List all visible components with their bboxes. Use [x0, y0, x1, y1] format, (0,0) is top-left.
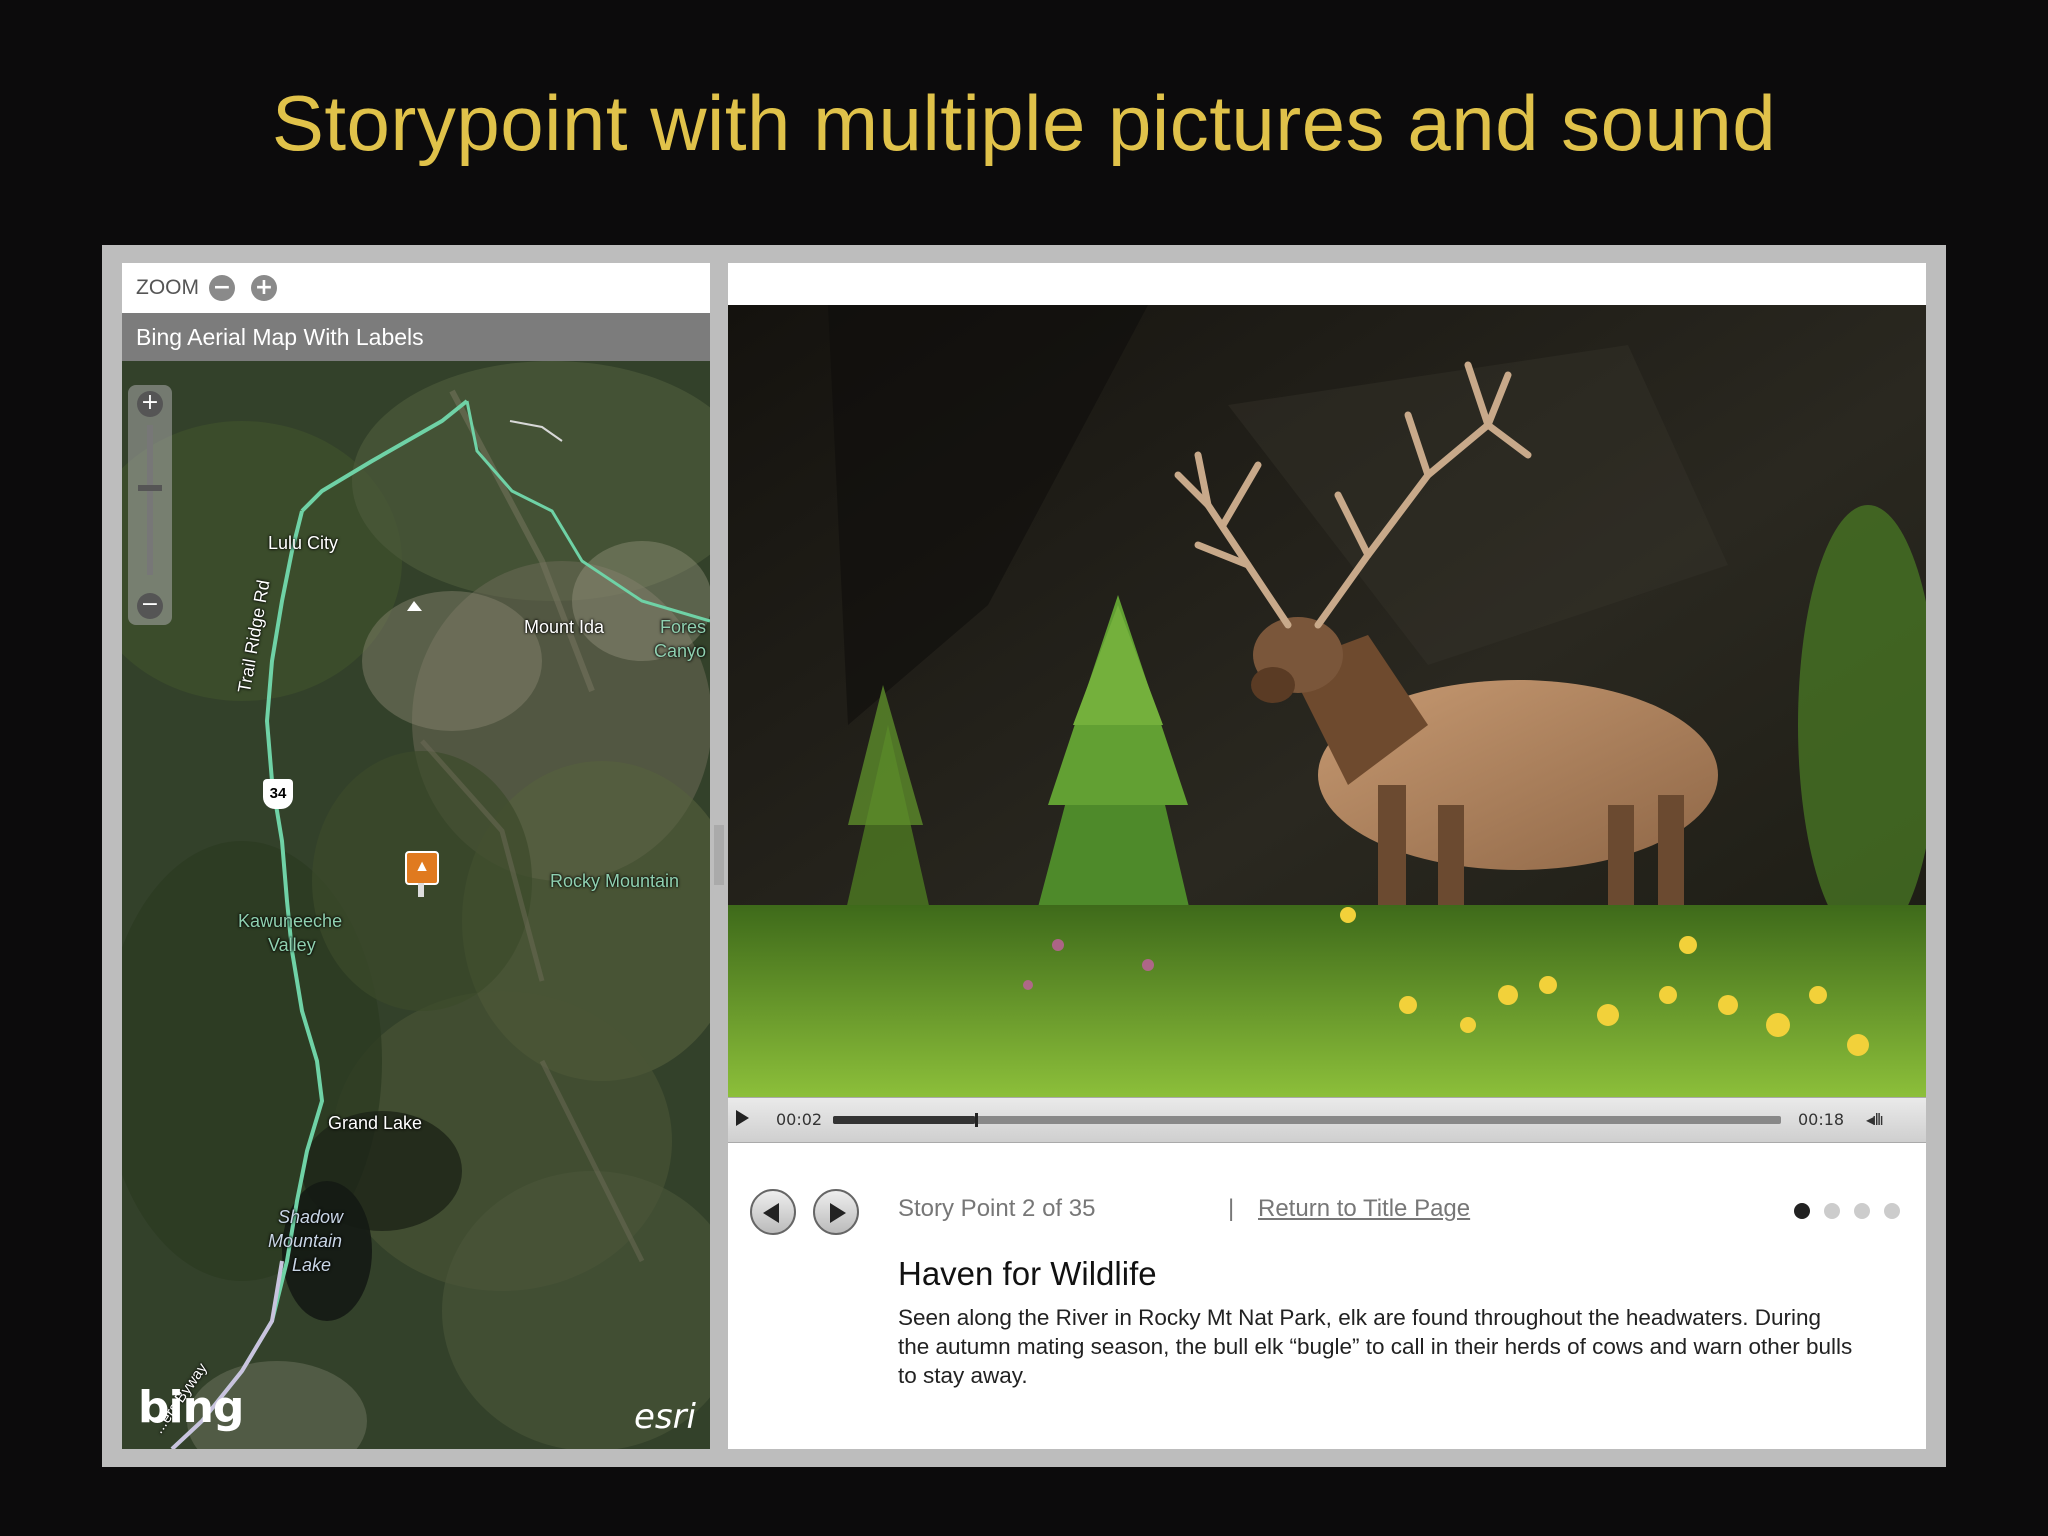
audio-progress-fill [833, 1116, 976, 1124]
map-label-lake: Lake [292, 1255, 332, 1275]
story-photo [728, 305, 1926, 1097]
panel-splitter-handle[interactable] [714, 825, 724, 885]
map-label-grand-lake: Grand Lake [328, 1113, 423, 1133]
image-dot-4[interactable] [1884, 1203, 1900, 1219]
minus-icon: − [140, 592, 160, 617]
play-icon[interactable] [736, 1110, 749, 1126]
map-label-rocky-mountain: Rocky Mountain [550, 871, 680, 891]
story-panel: 00:02 00:18 ◂ıllı Story Point 2 of 35 | … [728, 263, 1926, 1449]
image-dot-2[interactable] [1824, 1203, 1840, 1219]
plus-icon: + [140, 390, 160, 415]
map-label-lulu-city: Lulu City [268, 533, 339, 553]
image-pager [1794, 1203, 1914, 1219]
audio-current-time: 00:02 [776, 1110, 823, 1129]
story-description: Seen along the River in Rocky Mt Nat Par… [898, 1305, 1853, 1388]
zoom-toolbar: ZOOM − + [122, 263, 710, 314]
map-label-mount-ida: Mount Ida [524, 617, 605, 637]
map-label-shadow: Shadow [278, 1207, 344, 1227]
mountain-icon: ▲ [414, 858, 430, 875]
map-label-valley: Valley [268, 935, 316, 955]
zoom-out-button[interactable]: − [209, 275, 235, 301]
zoom-slider-thumb[interactable] [138, 485, 162, 491]
map-panel: ZOOM − + Bing Aerial Map With Labels + −… [122, 263, 710, 1449]
zoom-label: ZOOM [136, 276, 199, 299]
map-label-kawuneeche: Kawuneeche [238, 911, 343, 931]
audio-player: 00:02 00:18 ◂ıllı [728, 1097, 1926, 1143]
zoom-slider-track[interactable] [147, 425, 153, 575]
story-map-app: ZOOM − + Bing Aerial Map With Labels + −… [102, 245, 1946, 1467]
slide-title: Storypoint with multiple pictures and so… [271, 79, 1777, 167]
map-canvas[interactable]: + − Lulu City Trail Ridge Rd Mount Ida F… [122, 361, 710, 1449]
image-dot-1[interactable] [1794, 1203, 1810, 1219]
plus-icon: + [254, 275, 274, 300]
return-to-title-link[interactable]: Return to Title Page [1258, 1195, 1470, 1223]
esri-logo: esri [633, 1397, 696, 1437]
audio-seek-handle[interactable] [975, 1113, 979, 1127]
audio-total-time: 00:18 [1798, 1110, 1845, 1129]
marker-stem [418, 883, 424, 897]
map-zoom-slider[interactable]: + − [128, 385, 172, 625]
highway-shield: 34 [263, 779, 293, 809]
map-zoom-in-button[interactable]: + [137, 391, 163, 417]
story-point-marker[interactable]: ▲ [405, 851, 439, 885]
basemap-title: Bing Aerial Map With Labels [122, 313, 710, 361]
next-story-button[interactable] [813, 1189, 859, 1235]
audio-seek-bar[interactable] [833, 1113, 1781, 1127]
map-label-mountain: Mountain [268, 1231, 343, 1251]
minus-icon: − [212, 275, 232, 300]
elk-photo [728, 305, 1926, 1097]
volume-icon[interactable]: ◂ıllı [1866, 1110, 1884, 1129]
map-zoom-out-button[interactable]: − [137, 593, 163, 619]
map-label-forest-canyon: Fores [660, 617, 707, 637]
map-label-forest-canyon-2: Canyo [654, 641, 707, 661]
previous-story-button[interactable] [750, 1189, 796, 1235]
aerial-imagery [122, 361, 710, 1449]
separator: | [1228, 1195, 1235, 1222]
image-dot-3[interactable] [1854, 1203, 1870, 1219]
zoom-in-button[interactable]: + [251, 275, 277, 301]
story-title: Haven for Wildlife [898, 1255, 1157, 1292]
story-point-counter: Story Point 2 of 35 [898, 1195, 1096, 1222]
bing-logo: bing [138, 1382, 244, 1433]
